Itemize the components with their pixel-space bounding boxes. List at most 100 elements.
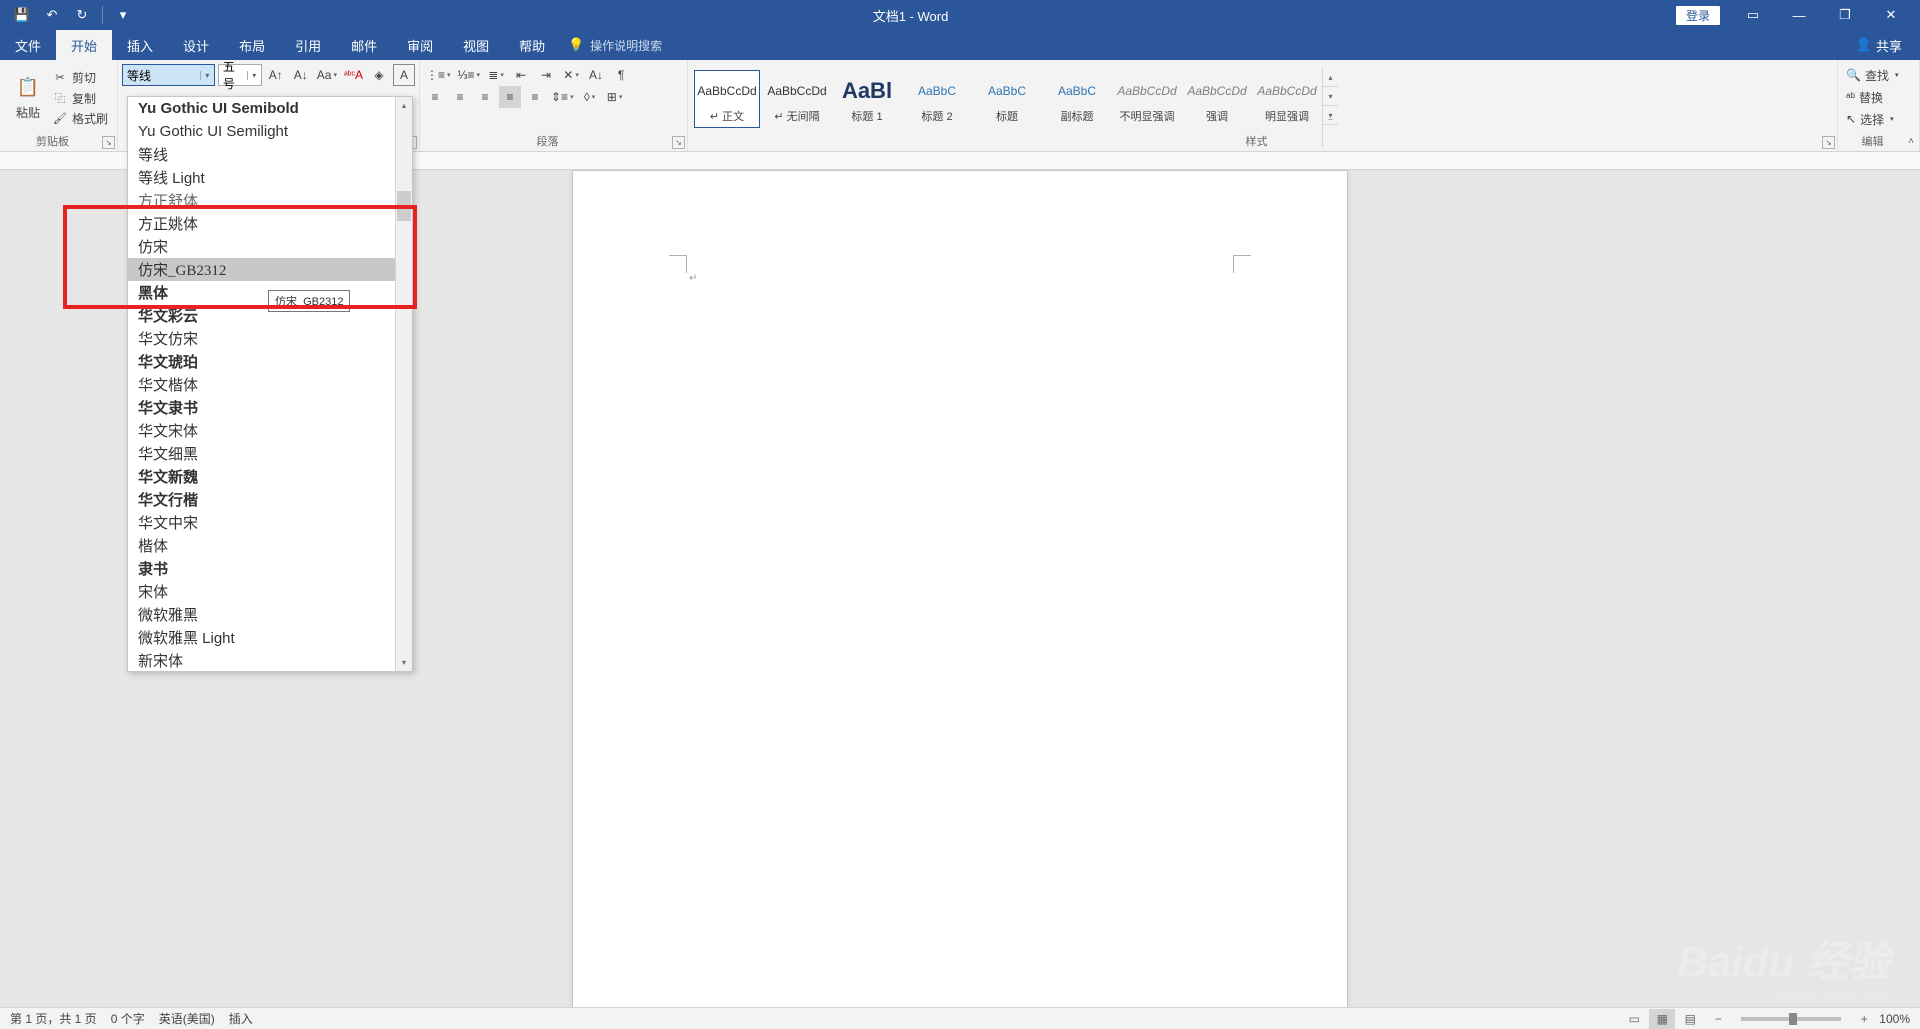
view-read-button[interactable]: ▭ <box>1621 1009 1647 1029</box>
font-option[interactable]: 方正舒体 <box>128 189 395 212</box>
share-button[interactable]: 👤共享 <box>1838 36 1920 55</box>
style-more[interactable]: ▾̲ <box>1323 106 1338 125</box>
style-item[interactable]: AaBbCcDd↵ 无间隔 <box>764 70 830 128</box>
font-option[interactable]: 华文新魏 <box>128 465 395 488</box>
zoom-level[interactable]: 100% <box>1879 1012 1910 1026</box>
redo-button[interactable]: ↻ <box>70 3 94 27</box>
style-item[interactable]: AaBbC副标题 <box>1044 70 1110 128</box>
font-option[interactable]: 华文行楷 <box>128 488 395 511</box>
view-web-button[interactable]: ▤ <box>1677 1009 1703 1029</box>
font-option[interactable]: 微软雅黑 <box>128 603 395 626</box>
shading-button[interactable]: ◊ <box>579 86 601 108</box>
status-language[interactable]: 英语(美国) <box>159 1010 215 1027</box>
paste-button[interactable]: 📋 粘贴 <box>4 64 52 128</box>
bullets-button[interactable]: ⋮≡ <box>424 64 453 86</box>
chevron-down-icon[interactable]: ▾ <box>200 71 214 80</box>
view-print-button[interactable]: ▦ <box>1649 1009 1675 1029</box>
copy-button[interactable]: ⿻复制 <box>52 89 108 108</box>
clear-formatting-button[interactable]: ◈ <box>368 64 390 86</box>
tab-design[interactable]: 设计 <box>168 30 224 60</box>
borders-button[interactable]: ⊞ <box>604 86 626 108</box>
decrease-indent-button[interactable]: ⇤ <box>510 64 532 86</box>
font-option[interactable]: 华文楷体 <box>128 373 395 396</box>
character-border-button[interactable]: A <box>393 64 415 86</box>
styles-launcher[interactable]: ↘ <box>1822 136 1835 149</box>
qat-customize-icon[interactable]: ▾ <box>111 3 135 27</box>
style-item[interactable]: AaBbCcDd强调 <box>1184 70 1250 128</box>
tab-review[interactable]: 审阅 <box>392 30 448 60</box>
undo-button[interactable]: ↶ <box>40 3 64 27</box>
font-scrollbar[interactable]: ▴ ▾ <box>395 97 412 671</box>
tab-insert[interactable]: 插入 <box>112 30 168 60</box>
font-option[interactable]: 华文隶书 <box>128 396 395 419</box>
shrink-font-button[interactable]: A↓ <box>290 64 312 86</box>
font-size-combo[interactable]: 五号 ▾ <box>218 64 262 86</box>
font-option[interactable]: 黑体 <box>128 281 395 304</box>
zoom-slider[interactable] <box>1741 1017 1841 1021</box>
align-right-button[interactable]: ≡ <box>474 86 496 108</box>
zoom-thumb[interactable] <box>1789 1013 1797 1025</box>
font-option[interactable]: 华文细黑 <box>128 442 395 465</box>
document-page[interactable]: ↵ <box>572 170 1348 1007</box>
increase-indent-button[interactable]: ⇥ <box>535 64 557 86</box>
save-button[interactable]: 💾 <box>10 3 34 27</box>
align-left-button[interactable]: ≡ <box>424 86 446 108</box>
style-item[interactable]: AaBbCcDd明显强调 <box>1254 70 1320 128</box>
cut-button[interactable]: ✂剪切 <box>52 68 108 87</box>
collapse-ribbon-button[interactable]: ˄ <box>1908 136 1914 147</box>
sort-button[interactable]: A↓ <box>585 64 607 86</box>
clipboard-launcher[interactable]: ↘ <box>102 136 115 149</box>
tab-layout[interactable]: 布局 <box>224 30 280 60</box>
scroll-up-button[interactable]: ▴ <box>396 97 412 114</box>
align-center-button[interactable]: ≡ <box>449 86 471 108</box>
find-button[interactable]: 🔍查找▾ <box>1842 64 1915 86</box>
status-page[interactable]: 第 1 页，共 1 页 <box>10 1010 97 1027</box>
tab-view[interactable]: 视图 <box>448 30 504 60</box>
maximize-button[interactable]: ❐ <box>1822 0 1868 30</box>
font-option[interactable]: 新宋体 <box>128 649 395 671</box>
multilevel-list-button[interactable]: ≣ <box>485 64 507 86</box>
minimize-button[interactable]: — <box>1776 0 1822 30</box>
font-option[interactable]: 等线 Light <box>128 166 395 189</box>
tab-home[interactable]: 开始 <box>56 30 112 60</box>
phonetic-guide-button[interactable]: ᵃᵇᶜA <box>342 64 365 86</box>
tab-file[interactable]: 文件 <box>0 30 56 60</box>
close-button[interactable]: ✕ <box>1868 0 1914 30</box>
show-marks-button[interactable]: ¶ <box>610 64 632 86</box>
distribute-button[interactable]: ≡ <box>524 86 546 108</box>
style-item[interactable]: AaBbCcDd不明显强调 <box>1114 70 1180 128</box>
style-scroll-down[interactable]: ▾ <box>1323 87 1338 106</box>
font-list[interactable]: Yu Gothic UI SemiboldYu Gothic UI Semili… <box>128 97 395 671</box>
zoom-in-button[interactable]: + <box>1851 1009 1877 1029</box>
numbering-button[interactable]: ⅓≡ <box>456 64 483 86</box>
status-word-count[interactable]: 0 个字 <box>111 1010 145 1027</box>
login-button[interactable]: 登录 <box>1676 6 1720 25</box>
tab-references[interactable]: 引用 <box>280 30 336 60</box>
justify-button[interactable]: ≡ <box>499 86 521 108</box>
style-scroll-up[interactable]: ▴ <box>1323 68 1338 87</box>
font-option[interactable]: 隶书 <box>128 557 395 580</box>
font-option[interactable]: 楷体 <box>128 534 395 557</box>
font-option[interactable]: 华文琥珀 <box>128 350 395 373</box>
font-option[interactable]: Yu Gothic UI Semilight <box>128 120 395 143</box>
change-case-button[interactable]: Aa <box>315 64 339 86</box>
style-item[interactable]: AaBbCcDd↵ 正文 <box>694 70 760 128</box>
font-option[interactable]: 仿宋 <box>128 235 395 258</box>
style-item[interactable]: AaBbC标题 2 <box>904 70 970 128</box>
grow-font-button[interactable]: A↑ <box>265 64 287 86</box>
line-spacing-button[interactable]: ⇕≡ <box>549 86 576 108</box>
asian-layout-button[interactable]: ✕ <box>560 64 582 86</box>
chevron-down-icon[interactable]: ▾ <box>247 71 261 80</box>
font-option[interactable]: 仿宋_GB2312 <box>128 258 395 281</box>
zoom-out-button[interactable]: − <box>1705 1009 1731 1029</box>
status-mode[interactable]: 插入 <box>229 1010 253 1027</box>
select-button[interactable]: ↖选择▾ <box>1842 108 1915 130</box>
tell-me-search[interactable]: 操作说明搜索 <box>590 37 662 54</box>
paragraph-launcher[interactable]: ↘ <box>672 136 685 149</box>
tab-help[interactable]: 帮助 <box>504 30 560 60</box>
font-option[interactable]: 微软雅黑 Light <box>128 626 395 649</box>
format-painter-button[interactable]: 🖌格式刷 <box>52 109 108 128</box>
style-item[interactable]: AaBbC标题 <box>974 70 1040 128</box>
font-option[interactable]: Yu Gothic UI Semibold <box>128 97 395 120</box>
font-name-combo[interactable]: 等线 ▾ <box>122 64 215 86</box>
